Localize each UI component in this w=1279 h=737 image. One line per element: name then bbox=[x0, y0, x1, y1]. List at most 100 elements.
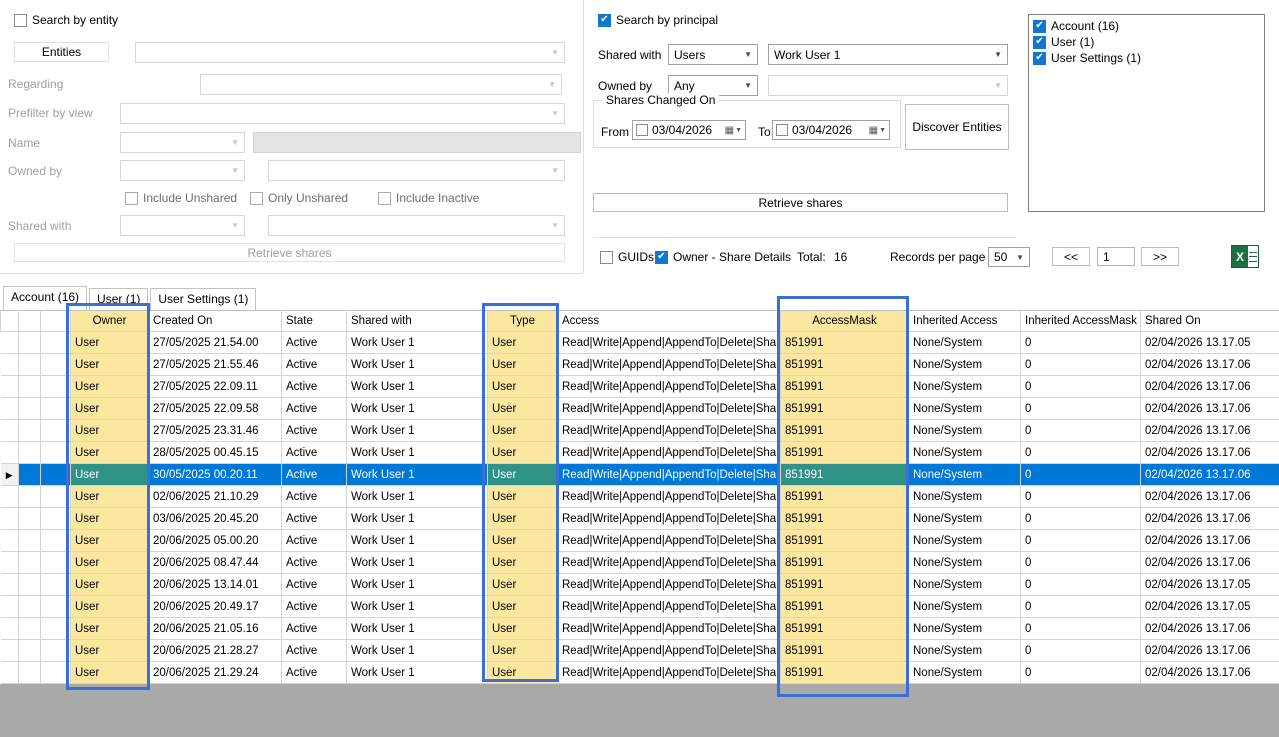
row-marker[interactable] bbox=[1, 376, 19, 398]
cell[interactable]: 851991 bbox=[781, 332, 909, 354]
to-date-picker[interactable]: 03/04/2026 ▦▼ bbox=[772, 120, 890, 140]
cell[interactable] bbox=[41, 552, 71, 574]
cell[interactable]: 0 bbox=[1021, 420, 1141, 442]
cell[interactable]: Work User 1 bbox=[347, 574, 488, 596]
cell[interactable] bbox=[41, 464, 71, 486]
row-marker[interactable] bbox=[1, 574, 19, 596]
cell[interactable]: Work User 1 bbox=[347, 640, 488, 662]
cell[interactable]: Active bbox=[282, 464, 347, 486]
column-header-inherited-accessmask[interactable]: Inherited AccessMask bbox=[1021, 311, 1141, 332]
excel-export-icon[interactable]: X bbox=[1231, 245, 1259, 268]
row-marker[interactable] bbox=[1, 618, 19, 640]
cell[interactable] bbox=[19, 486, 41, 508]
table-row[interactable]: User20/06/2025 08.47.44ActiveWork User 1… bbox=[1, 552, 1279, 574]
cell[interactable]: None/System bbox=[909, 640, 1021, 662]
cell[interactable] bbox=[19, 376, 41, 398]
table-row[interactable]: User03/06/2025 20.45.20ActiveWork User 1… bbox=[1, 508, 1279, 530]
cell-access[interactable]: Read|Write|Append|AppendTo|Delete|Share|… bbox=[558, 376, 781, 398]
cell[interactable]: User bbox=[488, 420, 558, 442]
cell-access[interactable]: Read|Write|Append|AppendTo|Delete|Share|… bbox=[558, 574, 781, 596]
cell[interactable] bbox=[19, 530, 41, 552]
cell[interactable]: User bbox=[71, 442, 149, 464]
cell[interactable]: 27/05/2025 23.31.46 bbox=[149, 420, 282, 442]
cell[interactable]: Work User 1 bbox=[347, 464, 488, 486]
table-row[interactable]: User20/06/2025 21.28.27ActiveWork User 1… bbox=[1, 640, 1279, 662]
cell[interactable]: User bbox=[488, 508, 558, 530]
cell[interactable]: 0 bbox=[1021, 442, 1141, 464]
tab-account-16[interactable]: Account (16) bbox=[3, 286, 87, 310]
table-row[interactable]: User20/06/2025 13.14.01ActiveWork User 1… bbox=[1, 574, 1279, 596]
cell[interactable]: 02/04/2026 13.17.06 bbox=[1141, 486, 1279, 508]
cell-access[interactable]: Read|Write|Append|AppendTo|Delete|Share|… bbox=[558, 420, 781, 442]
cell[interactable]: 20/06/2025 21.29.24 bbox=[149, 662, 282, 684]
shared-with-value-select-left[interactable]: ▼ bbox=[268, 215, 565, 236]
cell[interactable]: User bbox=[71, 640, 149, 662]
tab-user-settings-1[interactable]: User Settings (1) bbox=[150, 288, 256, 310]
row-marker[interactable]: ▶ bbox=[1, 464, 19, 486]
search-by-entity-checkbox[interactable]: Search by entity bbox=[14, 12, 118, 28]
cell[interactable]: User bbox=[488, 464, 558, 486]
cell[interactable] bbox=[19, 574, 41, 596]
calendar-icon[interactable]: ▦▼ bbox=[869, 125, 886, 136]
cell[interactable]: Active bbox=[282, 354, 347, 376]
row-marker[interactable] bbox=[1, 640, 19, 662]
row-marker[interactable] bbox=[1, 332, 19, 354]
row-marker[interactable] bbox=[1, 552, 19, 574]
row-marker[interactable] bbox=[1, 486, 19, 508]
table-row[interactable]: ▶ User 30/05/2025 00.20.11ActiveWork User … bbox=[1, 464, 1279, 486]
shared-with-user-select[interactable]: Work User 1 ▼ bbox=[768, 44, 1008, 65]
name-operator-select[interactable]: ▼ bbox=[120, 132, 245, 153]
cell[interactable]: 851991 bbox=[781, 464, 909, 486]
table-row[interactable]: User27/05/2025 22.09.11ActiveWork User 1… bbox=[1, 376, 1279, 398]
cell[interactable]: 0 bbox=[1021, 464, 1141, 486]
cell[interactable] bbox=[19, 442, 41, 464]
cell[interactable]: 851991 bbox=[781, 574, 909, 596]
owner-share-details-checkbox[interactable]: ✔ Owner - Share Details bbox=[655, 249, 791, 265]
cell[interactable]: 851991 bbox=[781, 596, 909, 618]
cell[interactable]: 0 bbox=[1021, 640, 1141, 662]
entities-button[interactable]: Entities bbox=[14, 42, 109, 62]
cell[interactable]: None/System bbox=[909, 552, 1021, 574]
cell-access[interactable]: Read|Write|Append|AppendTo|Delete|Share|… bbox=[558, 332, 781, 354]
cell[interactable]: User bbox=[488, 574, 558, 596]
cell[interactable]: 28/05/2025 00.45.15 bbox=[149, 442, 282, 464]
cell[interactable]: 02/04/2026 13.17.06 bbox=[1141, 618, 1279, 640]
date-checkbox-icon[interactable] bbox=[636, 124, 648, 136]
cell[interactable]: 30/05/2025 00.20.11 bbox=[149, 464, 282, 486]
cell-access[interactable]: Read|Write|Append|AppendTo|Delete|Share|… bbox=[558, 662, 781, 684]
row-marker[interactable] bbox=[1, 596, 19, 618]
column-header-shared-on[interactable]: Shared On bbox=[1141, 311, 1279, 332]
cell[interactable] bbox=[41, 354, 71, 376]
cell[interactable]: None/System bbox=[909, 486, 1021, 508]
cell[interactable]: 27/05/2025 21.54.00 bbox=[149, 332, 282, 354]
cell[interactable]: Active bbox=[282, 442, 347, 464]
cell[interactable] bbox=[19, 662, 41, 684]
cell-access[interactable]: Read|Write|Append|AppendTo|Delete|Share|… bbox=[558, 464, 781, 486]
cell[interactable]: 20/06/2025 13.14.01 bbox=[149, 574, 282, 596]
cell[interactable]: Active bbox=[282, 376, 347, 398]
cell[interactable]: 0 bbox=[1021, 332, 1141, 354]
cell[interactable]: 0 bbox=[1021, 618, 1141, 640]
cell[interactable]: Work User 1 bbox=[347, 618, 488, 640]
cell[interactable]: 27/05/2025 22.09.58 bbox=[149, 398, 282, 420]
cell[interactable]: Active bbox=[282, 508, 347, 530]
cell[interactable]: Work User 1 bbox=[347, 398, 488, 420]
cell[interactable]: 851991 bbox=[781, 398, 909, 420]
cell-access[interactable]: Read|Write|Append|AppendTo|Delete|Share|… bbox=[558, 442, 781, 464]
entities-select[interactable]: ▼ bbox=[135, 42, 565, 63]
regarding-select[interactable]: ▼ bbox=[200, 74, 562, 95]
cell[interactable]: Active bbox=[282, 640, 347, 662]
cell[interactable]: User bbox=[488, 398, 558, 420]
cell[interactable]: 851991 bbox=[781, 530, 909, 552]
table-row[interactable]: User27/05/2025 23.31.46ActiveWork User 1… bbox=[1, 420, 1279, 442]
cell[interactable]: Active bbox=[282, 596, 347, 618]
cell[interactable]: 02/04/2026 13.17.06 bbox=[1141, 640, 1279, 662]
cell[interactable]: 851991 bbox=[781, 618, 909, 640]
cell[interactable]: None/System bbox=[909, 596, 1021, 618]
cell[interactable]: User bbox=[71, 596, 149, 618]
column-header-shared-with[interactable]: Shared with bbox=[347, 311, 488, 332]
cell[interactable]: 02/04/2026 13.17.06 bbox=[1141, 464, 1279, 486]
cell-access[interactable]: Read|Write|Append|AppendTo|Delete|Share|… bbox=[558, 486, 781, 508]
table-row[interactable]: User20/06/2025 20.49.17ActiveWork User 1… bbox=[1, 596, 1279, 618]
cell[interactable] bbox=[41, 332, 71, 354]
